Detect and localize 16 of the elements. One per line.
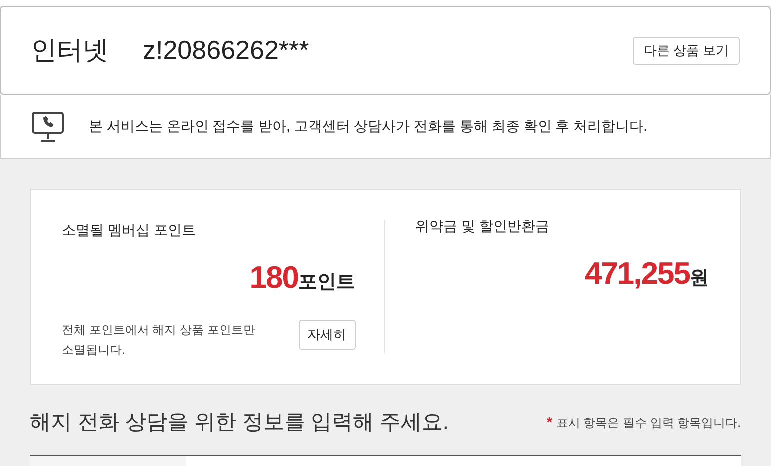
summary-label: 위약금 및 할인반환금: [416, 217, 550, 236]
required-note: 표시 항목은 필수 입력 항목입니다.: [556, 414, 741, 432]
points-note: 전체 포인트에서 해지 상품 포인트만 소멸됩니다.: [62, 322, 256, 358]
summary-amount: 471,255: [584, 255, 690, 293]
summary-amount: 180: [250, 259, 298, 297]
account-number: z!20866262***: [143, 34, 310, 67]
product-name: 인터넷: [31, 34, 109, 67]
notice-text: 본 서비스는 온라인 접수를 받아, 고객센터 상담사가 전화를 통해 최종 확인 후 처리합니다.: [89, 117, 648, 136]
other-products-button[interactable]: 다른 상품 보기: [632, 36, 740, 64]
monitor-phone-icon: [31, 110, 65, 144]
form-title: 해지 전화 상담을 위한 정보를 입력해 주세요.: [30, 410, 449, 436]
required-mark: *: [546, 413, 552, 432]
summary-label: 소멸될 멤버십 포인트: [62, 221, 197, 240]
summary-unit: 포인트: [298, 271, 356, 295]
summary-unit: 원: [690, 268, 709, 291]
details-button[interactable]: 자세히: [298, 320, 356, 350]
